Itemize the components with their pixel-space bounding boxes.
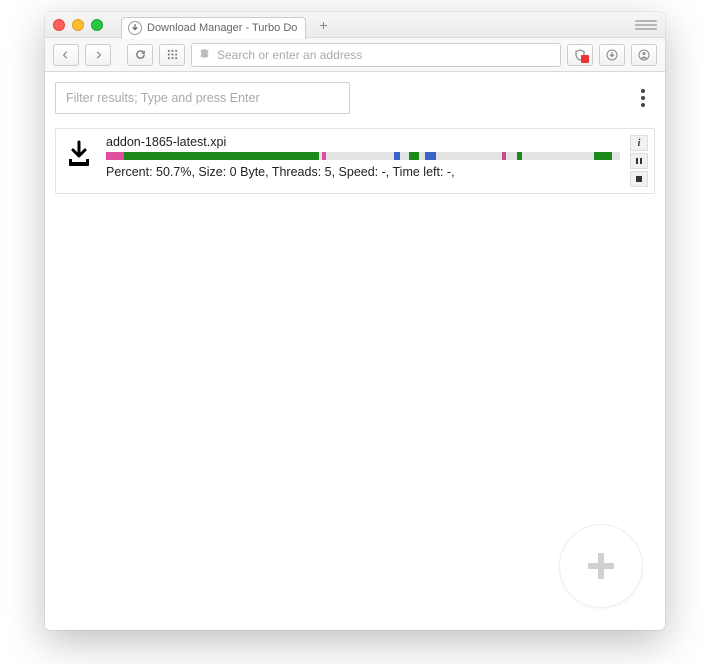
profile-button[interactable] (631, 44, 657, 66)
filter-input[interactable] (55, 82, 350, 114)
window-maximize[interactable] (91, 19, 103, 31)
download-actions: i (630, 135, 648, 187)
download-item: addon-1865-latest.xpi Percent: 50.7%, Si… (55, 128, 655, 194)
browser-window: Download Manager - Turbo Do + (45, 12, 665, 630)
back-button[interactable] (53, 44, 79, 66)
apps-grid-button[interactable] (159, 44, 185, 66)
hamburger-menu-icon[interactable] (635, 16, 657, 34)
reload-button[interactable] (127, 44, 153, 66)
page-content: addon-1865-latest.xpi Percent: 50.7%, Si… (45, 72, 665, 630)
new-tab-button[interactable]: + (314, 16, 332, 34)
plus-icon (584, 549, 618, 583)
window-controls (53, 19, 103, 31)
download-status: Percent: 50.7%, Size: 0 Byte, Threads: 5… (106, 165, 620, 179)
browser-tab[interactable]: Download Manager - Turbo Do (121, 17, 306, 39)
download-main: addon-1865-latest.xpi Percent: 50.7%, Si… (106, 135, 620, 179)
window-minimize[interactable] (72, 19, 84, 31)
window-close[interactable] (53, 19, 65, 31)
add-download-fab[interactable] (559, 524, 643, 608)
stop-button[interactable] (630, 171, 648, 187)
browser-toolbar (45, 38, 665, 72)
tab-title: Download Manager - Turbo Do (147, 22, 297, 34)
download-file-icon (62, 137, 96, 171)
more-menu-button[interactable] (631, 84, 655, 112)
download-icon (128, 21, 142, 35)
security-badge-button[interactable] (567, 44, 593, 66)
address-bar[interactable] (191, 43, 561, 67)
pause-button[interactable] (630, 153, 648, 169)
downloads-button[interactable] (599, 44, 625, 66)
url-input[interactable] (217, 48, 554, 62)
download-progress-bar (106, 152, 620, 160)
puzzle-icon (198, 47, 211, 63)
titlebar: Download Manager - Turbo Do + (45, 12, 665, 38)
filter-row (55, 82, 655, 114)
download-filename: addon-1865-latest.xpi (106, 135, 620, 149)
info-button[interactable]: i (630, 135, 648, 151)
forward-button[interactable] (85, 44, 111, 66)
